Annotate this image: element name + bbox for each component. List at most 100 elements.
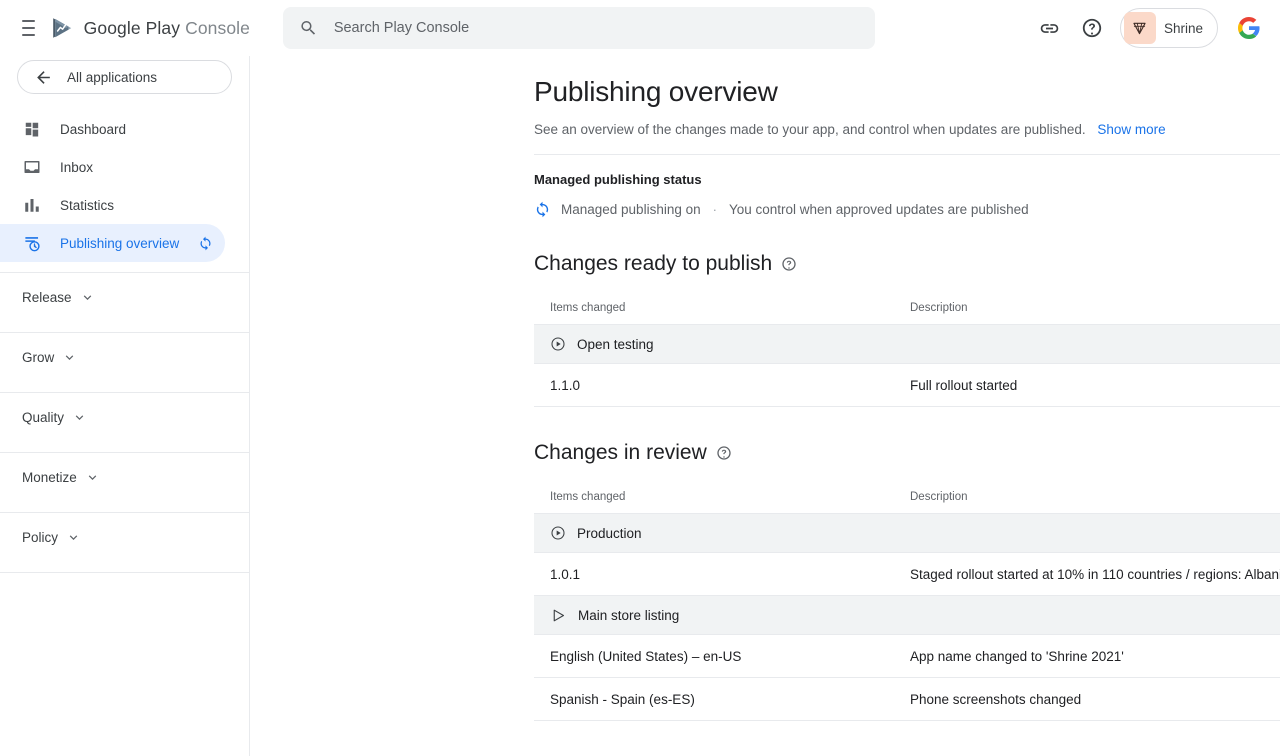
group-row-label: Production (577, 525, 642, 541)
sidebar-label-publishing-overview: Publishing overview (60, 235, 180, 251)
row-description: App name changed to 'Shrine 2021' (894, 634, 1280, 678)
brand-title: Google Play Console (84, 18, 250, 39)
column-description: Description (894, 302, 1280, 325)
app-selector-chip[interactable]: Shrine (1119, 8, 1218, 48)
sidebar-group-policy[interactable]: Policy (0, 513, 249, 562)
production-icon (551, 526, 565, 540)
managed-publishing-separator: · (712, 202, 717, 217)
arrow-left-icon (37, 70, 50, 84)
row-description: Staged rollout started at 10% in 110 cou… (894, 552, 1280, 596)
help-circle-icon[interactable] (716, 445, 732, 461)
group-row-cell: Production (534, 513, 1280, 553)
header-divider (534, 154, 1280, 155)
help-circle-icon[interactable] (1074, 10, 1110, 46)
table-row[interactable]: English (United States) – en-US App name… (534, 634, 1280, 678)
brand-zone: Google Play Console (0, 15, 250, 41)
changes-ready-tbody: Open testing 1.1.0 Full rollout started (534, 324, 1280, 407)
link-icon[interactable] (1032, 10, 1068, 46)
sidebar-group-grow[interactable]: Grow (0, 333, 249, 382)
sidebar-group-label-quality: Quality (22, 410, 65, 425)
changes-ready-section: Changes ready to publish Review and publ… (534, 244, 1280, 407)
all-applications-label: All applications (67, 69, 158, 85)
row-item-changed: English (United States) – en-US (534, 634, 894, 678)
table-group-row: Main store listing (534, 595, 1280, 635)
sidebar-divider-6 (0, 572, 249, 573)
sync-icon[interactable] (198, 236, 213, 251)
sync-icon (536, 201, 549, 218)
row-description: Phone screenshots changed (894, 677, 1280, 721)
sidebar: All applications Dashboard Inbox Statist… (0, 56, 250, 756)
google-play-logo-icon (52, 18, 71, 38)
group-row-content: Open testing (550, 336, 1280, 352)
group-row-content: Production (550, 525, 1280, 541)
chevron-down-icon (83, 295, 91, 300)
app-chip-label: Shrine (1163, 20, 1203, 36)
sidebar-item-dashboard[interactable]: Dashboard (0, 110, 225, 148)
changes-ready-thead: Items changed Description (534, 302, 1280, 325)
search-box[interactable] (283, 7, 875, 49)
sidebar-item-publishing-overview[interactable]: Publishing overview (0, 224, 225, 262)
all-applications-button[interactable]: All applications (17, 60, 232, 94)
sidebar-group-quality[interactable]: Quality (0, 393, 249, 442)
sidebar-group-label-release: Release (22, 290, 72, 305)
changes-ready-table: Items changed Description Open testing 1… (534, 302, 1280, 407)
sidebar-group-monetize[interactable]: Monetize (0, 453, 249, 502)
sidebar-group-label-grow: Grow (22, 350, 55, 365)
table-row[interactable]: 1.0.1 Staged rollout started at 10% in 1… (534, 552, 1280, 596)
sidebar-group-label-policy: Policy (22, 530, 59, 545)
app-avatar (1123, 12, 1156, 44)
changes-ready-title: Changes ready to publish (534, 252, 773, 275)
changes-ready-header: Changes ready to publish Review and publ… (534, 244, 1280, 284)
changes-ready-header-row: Items changed Description (534, 302, 1280, 325)
main-inner: Publishing overview See an overview of t… (250, 56, 1280, 721)
changes-ready-title-wrap: Changes ready to publish (534, 252, 797, 276)
group-row-cell: Open testing (534, 324, 1280, 364)
group-row-label: Open testing (577, 336, 654, 352)
inbox-icon (22, 157, 42, 177)
changes-in-review-tbody: Production 1.0.1 Staged rollout started … (534, 513, 1280, 721)
diamond-icon (1133, 22, 1147, 34)
changes-in-review-header-row: Items changed Description (534, 491, 1280, 514)
sidebar-nav-list: Dashboard Inbox Statistics Publishing ov… (0, 110, 249, 262)
table-group-row: Production (534, 513, 1280, 553)
brand-secondary-text: Console (185, 17, 250, 38)
managed-publishing-status-block: Managed publishing status Managed publis… (534, 172, 1280, 218)
hamburger-icon[interactable] (22, 20, 35, 36)
open-testing-icon (551, 337, 565, 351)
help-circle-icon[interactable] (781, 256, 797, 272)
page-title: Publishing overview (534, 76, 778, 107)
page-subtitle: See an overview of the changes made to y… (534, 122, 1280, 137)
statistics-icon (22, 195, 42, 215)
row-item-changed: 1.1.0 (534, 363, 894, 407)
chevron-down-icon (66, 355, 74, 360)
row-description: Full rollout started (894, 363, 1280, 407)
sidebar-item-inbox[interactable]: Inbox (0, 148, 225, 186)
managed-publishing-detail: You control when approved updates are pu… (728, 202, 1029, 217)
top-bar: Google Play Console Search Play Console … (0, 0, 1280, 56)
managed-publishing-row: Managed publishing on · You control when… (534, 201, 1280, 218)
chevron-down-icon (75, 415, 84, 420)
row-item-changed: 1.0.1 (534, 552, 894, 596)
table-row[interactable]: 1.1.0 Full rollout started (534, 363, 1280, 407)
sidebar-label-statistics: Statistics (60, 197, 115, 213)
table-group-row: Open testing (534, 324, 1280, 364)
sidebar-item-statistics[interactable]: Statistics (0, 186, 225, 224)
changes-in-review-title-wrap: Changes in review (534, 441, 732, 465)
table-row[interactable]: Spanish - Spain (es-ES) Phone screenshot… (534, 677, 1280, 721)
changes-in-review-section: Changes in review Items changed Descript… (534, 433, 1280, 721)
main-content: Publishing overview See an overview of t… (250, 56, 1280, 756)
google-account-avatar[interactable] (1234, 13, 1264, 43)
sidebar-label-dashboard: Dashboard (60, 121, 127, 137)
managed-publishing-heading: Managed publishing status (534, 172, 702, 187)
managed-publishing-status: Managed publishing on (561, 202, 701, 217)
brand-primary-text: Google Play (83, 17, 181, 38)
sidebar-group-release[interactable]: Release (0, 273, 249, 322)
show-more-link[interactable]: Show more (1097, 122, 1165, 137)
search-icon (301, 20, 316, 35)
brand-logo-link[interactable]: Google Play Console (49, 15, 250, 41)
play-console-app: Google Play Console Search Play Console … (0, 0, 1280, 756)
search-input[interactable] (331, 19, 859, 37)
column-description: Description (894, 491, 1280, 514)
topbar-actions: Shrine (1032, 8, 1280, 48)
store-listing-icon (553, 609, 565, 621)
